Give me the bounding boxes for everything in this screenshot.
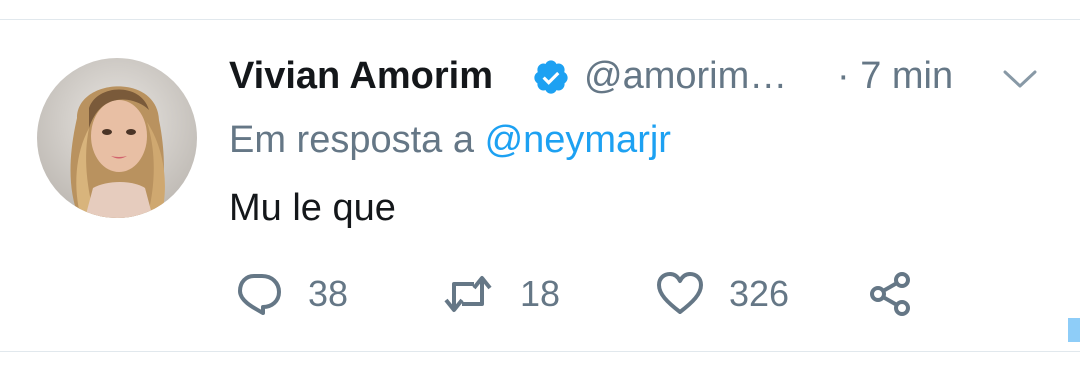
reply-mention-link[interactable]: @neymarjr	[485, 119, 671, 161]
like-button[interactable]: 326	[655, 266, 789, 322]
reply-context: Em resposta a @neymarjr	[229, 116, 671, 164]
share-button[interactable]	[866, 266, 914, 322]
display-name[interactable]: Vivian Amorim	[229, 52, 493, 100]
avatar[interactable]	[37, 58, 197, 218]
reply-prefix: Em resposta a	[229, 119, 474, 161]
retweet-count: 18	[520, 273, 561, 314]
tweet-header: Vivian Amorim @amorim… · 7 min	[229, 52, 1049, 102]
share-icon	[866, 270, 914, 318]
scroll-indicator	[1068, 318, 1080, 342]
handle[interactable]: @amorim…	[584, 52, 787, 100]
bottom-divider	[0, 351, 1080, 352]
timestamp[interactable]: · 7 min	[837, 52, 953, 100]
top-divider	[0, 19, 1080, 20]
retweet-button[interactable]: 18	[440, 266, 560, 322]
like-icon	[655, 270, 705, 318]
verified-badge-icon	[532, 58, 570, 96]
chevron-down-icon[interactable]	[1002, 66, 1038, 90]
retweet-icon	[440, 270, 496, 318]
reply-count: 38	[308, 273, 349, 314]
tweet-actions: 38 18 326	[232, 266, 932, 322]
reply-icon	[232, 270, 284, 318]
reply-button[interactable]: 38	[232, 266, 348, 322]
tweet-page: Vivian Amorim @amorim… · 7 min Em respos…	[0, 0, 1080, 376]
like-count: 326	[729, 273, 790, 314]
tweet-text: Mu le que	[229, 187, 396, 229]
